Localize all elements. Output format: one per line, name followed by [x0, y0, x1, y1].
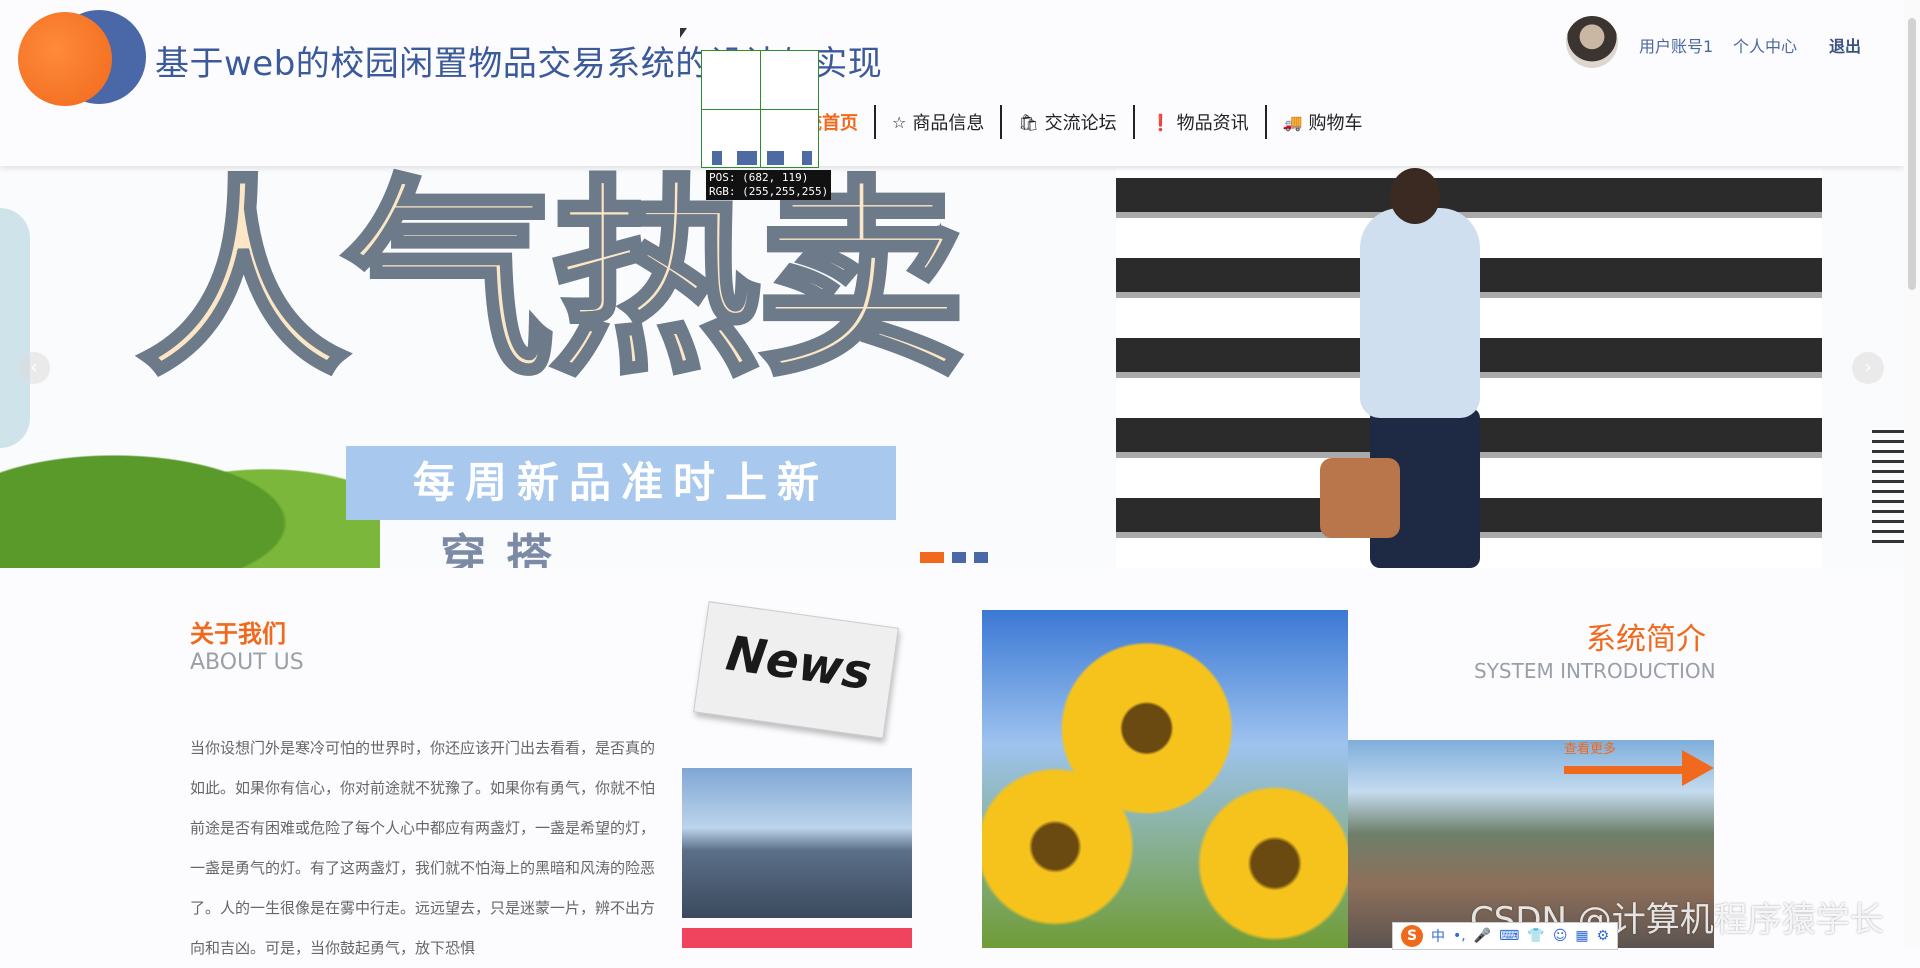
- banner-plants: [0, 418, 380, 568]
- ime-skin-icon[interactable]: 👕: [1527, 928, 1544, 944]
- carousel-indicators: [920, 552, 988, 563]
- carousel-dot[interactable]: [920, 552, 944, 563]
- info-icon: ❗: [1150, 112, 1171, 132]
- nav-item-news-label: 物品资讯: [1176, 113, 1249, 134]
- banner-subline: 每周新品准时上新: [346, 446, 896, 520]
- banner-model: [1320, 168, 1520, 568]
- crosshair-vertical: [760, 51, 761, 167]
- site-logo[interactable]: [18, 10, 146, 106]
- logo-circle-orange: [18, 12, 112, 106]
- news-image-label: News: [722, 625, 875, 702]
- color-picker-readout: POS: (682, 119) RGB: (255,255,255): [706, 170, 832, 200]
- sunflower-image: [982, 610, 1348, 948]
- site-header: 基于web的校园闲置物品交易系统的设计与实现 用户账号1 个人中心 退出 统首页…: [0, 0, 1904, 166]
- scrollbar-thumb[interactable]: [1908, 18, 1916, 290]
- carousel-dot[interactable]: [974, 552, 988, 563]
- view-more-link[interactable]: 查看更多: [1564, 738, 1714, 786]
- news-image: News: [693, 601, 899, 739]
- carousel-prev-button[interactable]: ‹: [18, 352, 50, 384]
- main-nav: 统首页 ☆ 商品信息 🛍 交流论坛 ❗ 物品资讯 🚚 购物车: [788, 104, 1379, 140]
- carousel-dot[interactable]: [952, 552, 966, 563]
- carousel-next-button[interactable]: ›: [1852, 352, 1884, 384]
- nav-item-news[interactable]: ❗ 物品资讯: [1135, 104, 1265, 140]
- ime-keyboard-icon[interactable]: ⌨: [1499, 928, 1519, 944]
- ime-grid-icon[interactable]: ▦: [1575, 928, 1588, 944]
- ime-voice-icon[interactable]: 🎤: [1474, 928, 1491, 944]
- color-picker-magnifier: [701, 50, 819, 168]
- ime-toolbar[interactable]: S 中 •, 🎤 ⌨ 👕 ☺ ▦ ⚙: [1392, 922, 1619, 950]
- about-subtitle: ABOUT US: [190, 650, 304, 675]
- magnified-pixels: [712, 151, 812, 165]
- nav-item-cart-label: 购物车: [1308, 113, 1363, 134]
- ime-emoji-icon[interactable]: ☺: [1553, 928, 1568, 944]
- banner-subline2: 穿搭: [440, 529, 572, 568]
- nav-item-cart[interactable]: 🚚 购物车: [1267, 104, 1379, 140]
- red-image-strip: [682, 928, 912, 948]
- ime-settings-icon[interactable]: ⚙: [1597, 928, 1610, 944]
- logout-link[interactable]: 退出: [1829, 33, 1861, 57]
- nav-item-goods[interactable]: ☆ 商品信息: [876, 104, 1000, 140]
- city-image: [682, 768, 912, 918]
- arrow-right-icon: [1682, 750, 1714, 786]
- model-head: [1390, 168, 1440, 224]
- view-more-label: 查看更多: [1564, 742, 1617, 757]
- picker-pos: POS: (682, 119): [709, 171, 809, 184]
- truck-icon: 🚚: [1282, 112, 1303, 132]
- intro-title: 系统简介: [1586, 622, 1706, 657]
- about-text: 当你设想门外是寒冷可怕的世界时，你还应该开门出去看看，是否真的如此。如果你有信心…: [190, 739, 656, 957]
- user-account-link[interactable]: 用户账号1: [1639, 33, 1713, 57]
- arrow-bar: [1564, 766, 1694, 774]
- nav-item-goods-label: 商品信息: [912, 113, 985, 134]
- personal-center-link[interactable]: 个人中心: [1733, 33, 1797, 57]
- nav-item-forum-label: 交流论坛: [1044, 113, 1117, 134]
- banner-decoration-left: [0, 208, 30, 448]
- banner-decoration-right: [1872, 430, 1904, 550]
- about-title: 关于我们: [190, 620, 286, 648]
- page-scrollbar[interactable]: [1904, 0, 1920, 948]
- banner-carousel[interactable]: 人气热卖 每周新品准时上新 穿搭 ‹ ›: [0, 168, 1904, 568]
- intro-subtitle: SYSTEM INTRODUCTION: [1474, 659, 1716, 683]
- star-icon: ☆: [892, 112, 907, 132]
- picker-rgb: RGB: (255,255,255): [709, 185, 829, 198]
- ime-logo-icon[interactable]: S: [1401, 925, 1423, 947]
- bag-icon: 🛍: [1018, 112, 1039, 132]
- ime-punct-icon[interactable]: •,: [1453, 928, 1466, 944]
- avatar[interactable]: [1566, 16, 1618, 68]
- model-shirt: [1360, 208, 1480, 418]
- banner-headline: 人气热卖: [135, 168, 969, 403]
- nav-item-forum[interactable]: 🛍 交流论坛: [1002, 104, 1132, 140]
- ime-mode-icon[interactable]: 中: [1431, 926, 1445, 946]
- mouse-cursor: [680, 28, 687, 38]
- model-handbag: [1320, 458, 1400, 538]
